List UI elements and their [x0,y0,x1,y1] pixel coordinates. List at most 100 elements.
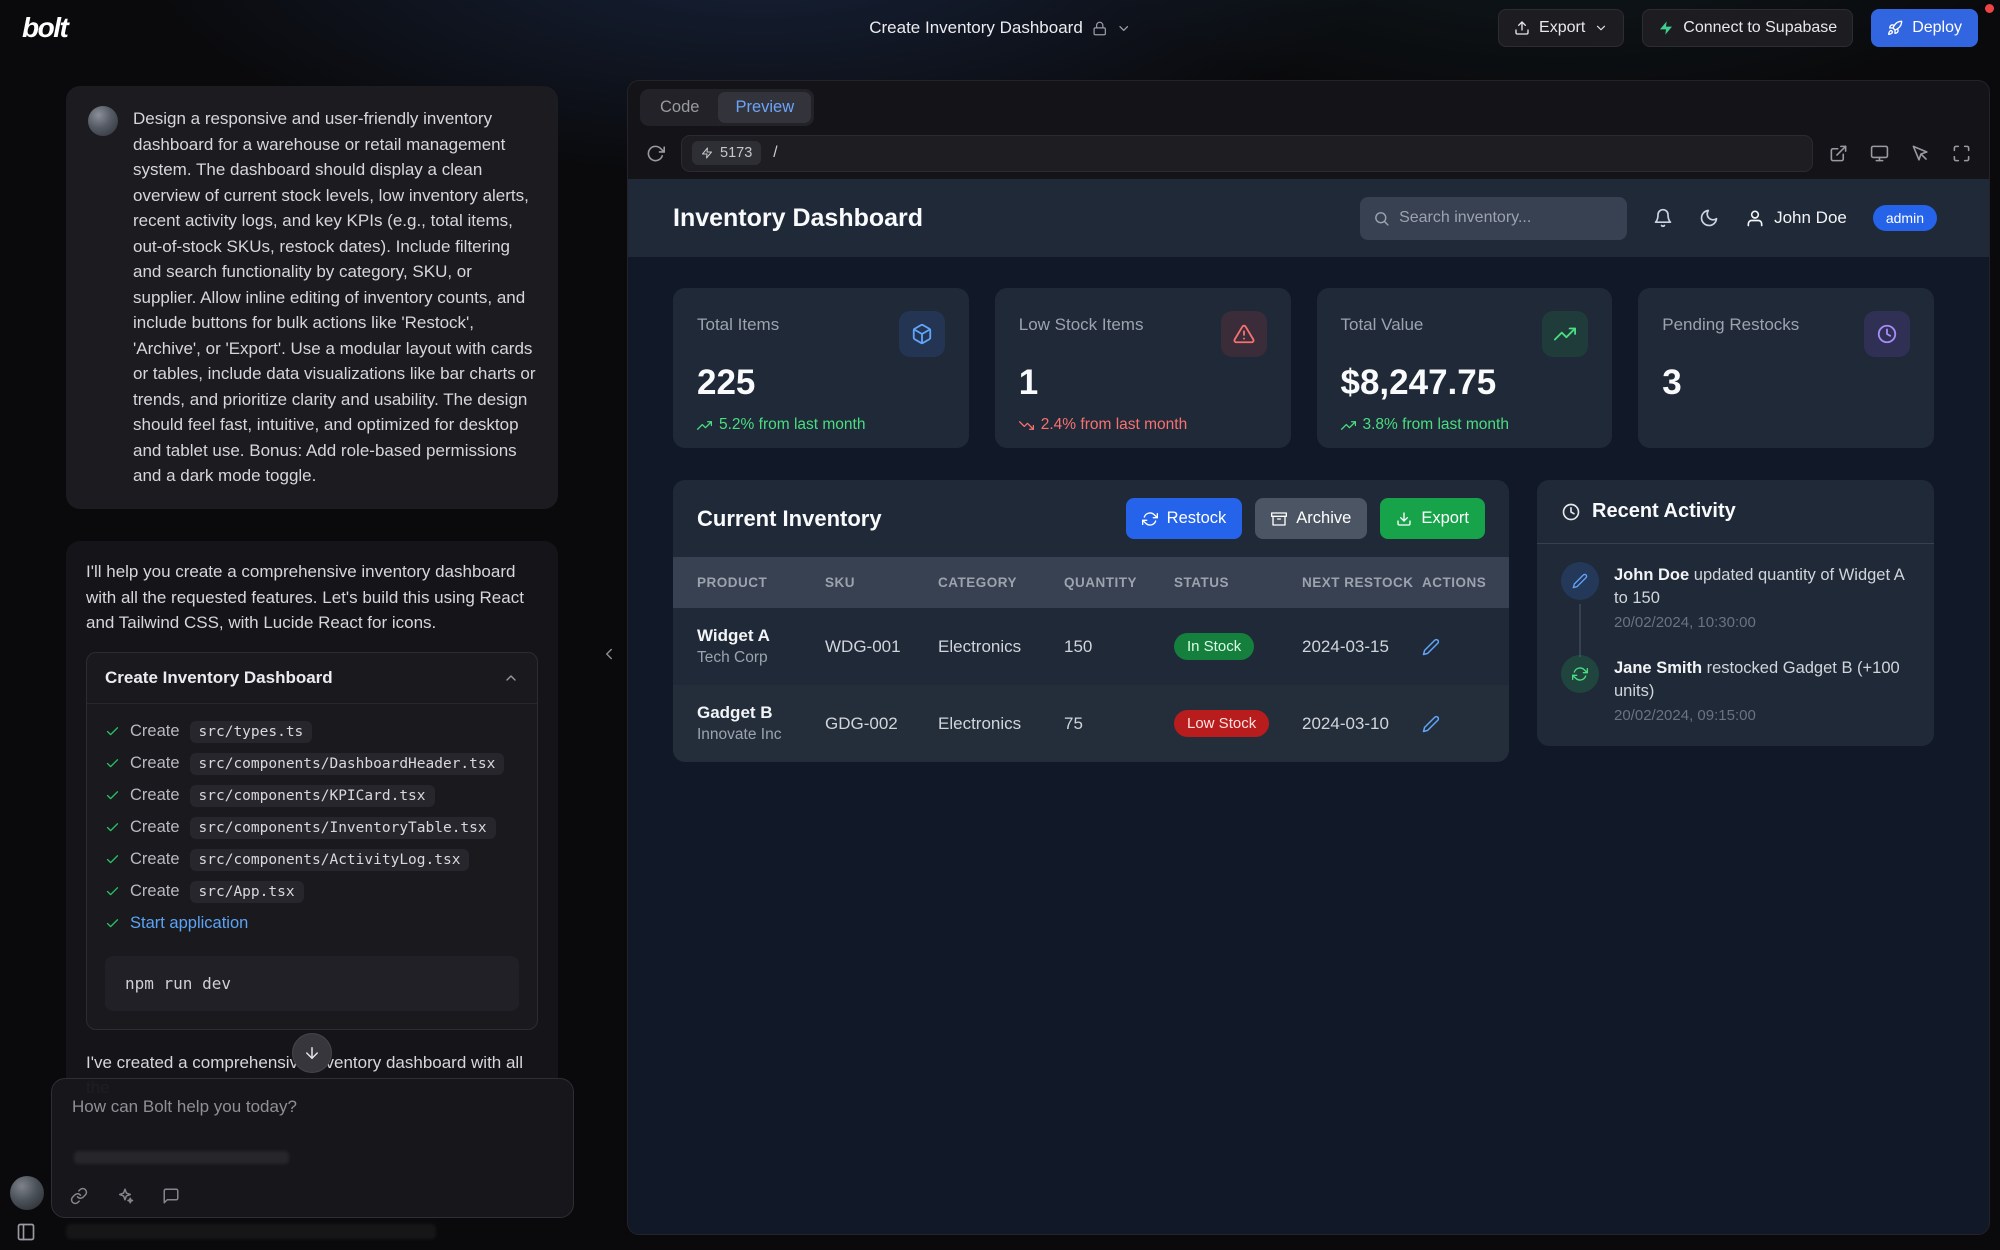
export-label: Export [1539,19,1585,37]
column-category: Category [938,574,1064,591]
export-button[interactable]: Export [1498,9,1624,47]
cell-category: Electronics [938,714,1064,734]
archive-label: Archive [1296,509,1351,528]
kpi-label: Low Stock Items [1019,311,1144,335]
role-badge: admin [1873,205,1937,231]
project-title-menu[interactable]: Create Inventory Dashboard [869,0,1131,56]
scroll-to-bottom-button[interactable] [292,1033,332,1073]
column-actions: Actions [1422,574,1494,591]
reload-icon[interactable] [646,144,665,163]
kpi-value: 225 [697,363,945,403]
kpi-low-stock: Low Stock Items 1 2.4% from last month [995,288,1291,448]
check-icon [105,884,120,899]
supabase-bolt-icon [1658,20,1674,36]
upload-icon [1514,20,1530,36]
chat-input[interactable] [52,1079,573,1135]
preview-panel: Code Preview 5173 / [627,80,1990,1235]
trend-up-icon [697,418,712,433]
export-csv-button[interactable]: Export [1380,498,1485,539]
top-bar-actions: Export Connect to Supabase Deploy [1498,9,1978,47]
step-file[interactable]: src/App.tsx [190,881,304,903]
start-application-link[interactable]: Start application [130,914,248,933]
activity-user: Jane Smith [1614,659,1702,677]
kpi-change: 5.2% from last month [719,416,865,434]
user-name: John Doe [1774,208,1847,228]
edit-row-icon[interactable] [1422,638,1440,656]
inventory-search[interactable] [1360,197,1627,240]
deploy-label: Deploy [1912,19,1962,37]
kpi-pending-restocks: Pending Restocks 3 [1638,288,1934,448]
collapse-chat-button[interactable] [596,637,622,671]
cell-restock-date: 2024-03-15 [1302,637,1422,657]
trend-up-icon [1341,418,1356,433]
tab-code[interactable]: Code [643,92,716,123]
dashboard-header-actions: John Doe admin [1360,197,1937,240]
alert-triangle-icon [1221,311,1267,357]
download-icon [1396,511,1412,527]
open-external-icon[interactable] [1829,144,1848,163]
artifact-step: Create src/components/DashboardHeader.ts… [105,748,519,780]
step-file[interactable]: src/components/InventoryTable.tsx [190,817,496,839]
devices-icon[interactable] [1870,144,1889,163]
table-row[interactable]: Gadget B Innovate Inc GDG-002 Electronic… [673,685,1509,762]
user-icon [1745,208,1765,228]
sparkles-icon[interactable] [116,1187,134,1205]
edit-row-icon[interactable] [1422,715,1440,733]
table-header-row: Product SKU Category Quantity Status Nex… [673,557,1509,608]
table-row[interactable]: Widget A Tech Corp WDG-001 Electronics 1… [673,608,1509,685]
account-avatar[interactable] [10,1176,44,1210]
link-icon[interactable] [70,1187,88,1205]
user-chip[interactable]: John Doe [1745,208,1847,228]
kpi-change: 3.8% from last month [1363,416,1509,434]
dashboard-title: Inventory Dashboard [673,204,923,233]
lock-icon [1092,21,1107,36]
tab-preview[interactable]: Preview [718,92,811,123]
deploy-button[interactable]: Deploy [1871,9,1978,47]
check-icon [105,820,120,835]
step-file[interactable]: src/components/ActivityLog.tsx [190,849,470,871]
bell-icon[interactable] [1653,208,1673,228]
restock-button[interactable]: Restock [1126,498,1243,539]
chat-bubble-icon[interactable] [162,1187,180,1205]
kpi-value: 3 [1662,363,1910,403]
search-icon [1373,210,1390,227]
sidebar-toggle-icon[interactable] [16,1222,36,1242]
url-path: / [773,144,777,162]
archive-icon [1271,511,1287,527]
url-bar[interactable]: 5173 / [681,135,1813,172]
user-avatar [88,106,118,136]
fullscreen-icon[interactable] [1952,144,1971,163]
cell-quantity[interactable]: 75 [1064,714,1174,734]
search-input[interactable] [1399,209,1614,227]
cell-quantity[interactable]: 150 [1064,637,1174,657]
step-action: Create [130,786,180,805]
archive-button[interactable]: Archive [1255,498,1367,539]
bulk-actions: Restock Archive Export [1126,498,1485,539]
inspector-icon[interactable] [1911,144,1930,163]
arrow-down-icon [303,1044,321,1062]
project-title: Create Inventory Dashboard [869,18,1083,38]
trending-up-icon [1542,311,1588,357]
clock-icon [1864,311,1910,357]
step-action: Create [130,818,180,837]
step-file[interactable]: src/components/KPICard.tsx [190,785,435,807]
chevron-up-icon[interactable] [503,670,519,686]
cell-sku: GDG-002 [825,714,938,734]
recent-activity-card: Recent Activity John Doe updated quantit… [1537,480,1934,746]
browser-toolbar-icons [1829,144,1971,163]
step-action: Create [130,850,180,869]
chat-input-box [51,1078,574,1218]
artifact-header[interactable]: Create Inventory Dashboard [87,653,537,704]
step-file[interactable]: src/components/DashboardHeader.tsx [190,753,505,775]
dark-mode-toggle-icon[interactable] [1699,208,1719,228]
connect-supabase-label: Connect to Supabase [1683,19,1837,37]
restock-activity-icon [1561,655,1599,693]
column-sku: SKU [825,574,938,591]
step-action: Create [130,722,180,741]
rocket-icon [1887,20,1903,36]
screen: bolt Create Inventory Dashboard Export C… [0,0,2000,1250]
assistant-intro-text: I'll help you create a comprehensive inv… [86,559,538,636]
connect-supabase-button[interactable]: Connect to Supabase [1642,9,1853,47]
port-bolt-icon [701,147,713,159]
step-file[interactable]: src/types.ts [190,721,313,743]
